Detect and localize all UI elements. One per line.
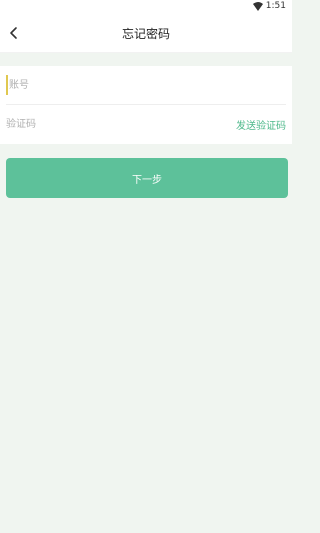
- page-title: 忘记密码: [121, 27, 170, 41]
- verification-code-input[interactable]: [6, 114, 236, 134]
- form-card: 发送验证码: [0, 66, 292, 144]
- status-time: 1:51: [265, 1, 286, 11]
- status-right: 1:51: [252, 1, 286, 11]
- nav-bar: 忘记密码: [0, 14, 292, 53]
- account-input[interactable]: [6, 75, 279, 95]
- account-row: [6, 66, 286, 105]
- next-button[interactable]: 下一步: [6, 158, 288, 198]
- send-code-button[interactable]: 发送验证码: [236, 117, 286, 132]
- status-bar: 1:51: [0, 0, 292, 14]
- code-row: 发送验证码: [6, 105, 286, 143]
- wifi-icon: [252, 1, 263, 11]
